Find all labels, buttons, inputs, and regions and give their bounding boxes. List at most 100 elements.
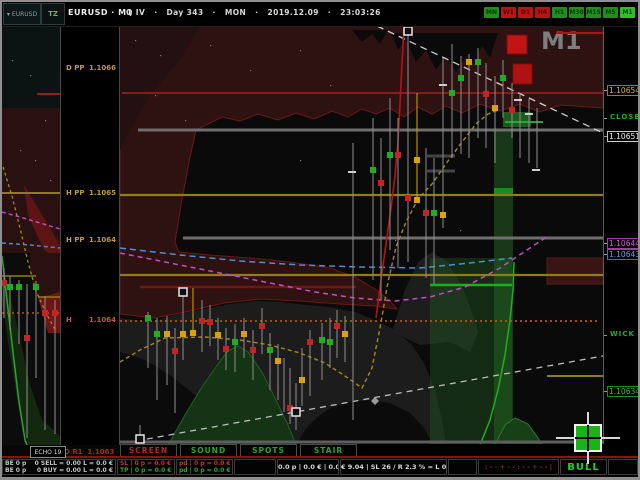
signal-dot-r	[405, 195, 411, 201]
price-label: 1.10651	[607, 131, 640, 142]
timeframe-button-h1[interactable]: H1	[552, 7, 567, 18]
status-box: : - - + - - : - - + - - |	[478, 459, 559, 475]
speck	[35, 160, 37, 162]
symbol-tab-label: EURUSD	[11, 10, 38, 18]
signal-dot-y	[414, 157, 420, 163]
speck	[20, 150, 22, 152]
timeframe-button-m1[interactable]: M1	[620, 7, 635, 18]
signal-dot-g	[475, 59, 481, 65]
signal-dot-g	[232, 339, 238, 345]
speck	[185, 120, 187, 122]
signal-dot-r	[42, 310, 48, 316]
timeframe-button-m15[interactable]: M15	[586, 7, 601, 18]
mini-teal	[2, 26, 60, 108]
timeframe-button-m30[interactable]: M30	[569, 7, 584, 18]
signal-dot-g	[154, 331, 160, 337]
signal-dot-r	[395, 152, 401, 158]
symbol-tab[interactable]: ▾ EURUSD	[3, 3, 41, 25]
speck	[12, 60, 14, 62]
price-label: 1.10644	[607, 238, 640, 249]
signal-dot-r	[378, 180, 384, 186]
speck	[160, 55, 162, 57]
pivot-label: H 1.1064	[66, 316, 116, 324]
pivot-label: D PP 1.1066	[66, 64, 116, 72]
signal-dot-r	[2, 280, 7, 286]
signal-dot-g	[267, 347, 273, 353]
white-tick	[348, 171, 356, 173]
white-tick	[532, 169, 540, 171]
signal-dot-y	[215, 332, 221, 338]
pivot-label-d-r1: D R1 1.1063	[64, 448, 115, 456]
price-label: 1.10643	[607, 249, 640, 260]
signal-dot-g	[387, 152, 393, 158]
signal-dot-y	[180, 331, 186, 337]
timeframe-button-h4[interactable]: H4	[535, 7, 550, 18]
signal-dot-y	[299, 377, 305, 383]
signal-dot-y	[164, 331, 170, 337]
white-tick	[525, 113, 533, 115]
caret-down-icon: ▾	[6, 10, 10, 18]
pivot-label-column: D PP 1.1066 H PP 1.1065 H PP 1.1064 H 1.1064	[60, 26, 120, 445]
session-info: Q IV · Day 343 · MON · 2019.12.09 · 23:0…	[126, 8, 381, 17]
signal-dot-y	[275, 358, 281, 364]
signal-dot-y	[190, 330, 196, 336]
signal-dot-y	[492, 105, 498, 111]
speck	[330, 85, 332, 87]
signal-dot-r	[199, 318, 205, 324]
status-bar: BE 0 p0 SELL = 0.00 L = 0.0 € BE 0 p0 BUY…	[0, 459, 640, 476]
square-marker[interactable]	[291, 407, 301, 417]
main-chart-canvas[interactable]: M1	[120, 26, 603, 445]
speck	[210, 45, 212, 47]
speck	[45, 120, 47, 122]
signal-dot-y	[440, 212, 446, 218]
green-zone	[494, 130, 513, 445]
square-marker[interactable]	[135, 434, 145, 444]
speck	[460, 230, 462, 232]
status-box	[448, 459, 477, 475]
signal-dot-y	[342, 331, 348, 337]
signal-dot-r	[509, 107, 515, 113]
speck	[155, 95, 157, 97]
signal-dot-y	[466, 59, 472, 65]
echo-mini-chart[interactable]	[2, 26, 60, 445]
signal-dot-g	[449, 90, 455, 96]
buy-crosshair-cursor-icon[interactable]	[556, 412, 620, 464]
square-marker[interactable]	[178, 287, 188, 297]
signal-dot-r	[259, 323, 265, 329]
signal-dot-r	[172, 348, 178, 354]
speck	[135, 40, 137, 42]
signal-dot-g	[500, 75, 506, 81]
status-box: 0.0 p | 0.0 € | 0.0 %	[277, 459, 339, 475]
speck	[300, 50, 302, 52]
signal-dot-g	[7, 284, 13, 290]
separator-line	[0, 456, 640, 458]
signal-dot-r	[334, 323, 340, 329]
price-label: 1.10634	[607, 386, 640, 397]
scale-tick	[604, 335, 607, 336]
signal-dot-g	[33, 284, 39, 290]
red-box	[506, 34, 528, 55]
white-tick	[439, 84, 447, 86]
status-box: BE 0 p0 SELL = 0.00 L = 0.0 € BE 0 p0 BUY…	[2, 459, 116, 475]
speck	[50, 180, 52, 182]
platform-window: ▾ EURUSD TZ EURUSD · M1 Q IV · Day 343 ·…	[0, 0, 640, 480]
price-scale[interactable]: 1.10654 CLOSE 1.10651 1.10644 1.10643 WICK 1.1…	[603, 26, 640, 445]
square-marker[interactable]	[403, 26, 413, 36]
signal-dot-g	[145, 315, 151, 321]
status-box: pd | 0 p = 0.0 € pd | 0 p = 0.0 €	[176, 459, 233, 475]
pivot-label: H PP 1.1065	[66, 189, 116, 197]
speck	[250, 70, 252, 72]
timeframe-button-m5[interactable]: M5	[603, 7, 618, 18]
timezone-tab[interactable]: TZ	[41, 3, 65, 25]
watermark: M1	[541, 27, 582, 55]
speck	[30, 75, 32, 77]
timeframe-button-mn[interactable]: MN	[484, 7, 499, 18]
status-box: SL | 0 p = 0.0 € TP | 0 p = 0.0 €	[117, 459, 175, 475]
price-label: 1.10654	[607, 85, 640, 96]
signal-dot-g	[327, 339, 333, 345]
timeframe-button-d1[interactable]: D1	[518, 7, 533, 18]
red-zone-box	[546, 257, 603, 285]
timeframe-button-w1[interactable]: W1	[501, 7, 516, 18]
status-box: € 9.04 | SL 26 / R 2.3 % = L 0.07	[340, 459, 447, 475]
header-bar: ▾ EURUSD TZ EURUSD · M1 Q IV · Day 343 ·…	[2, 2, 638, 27]
